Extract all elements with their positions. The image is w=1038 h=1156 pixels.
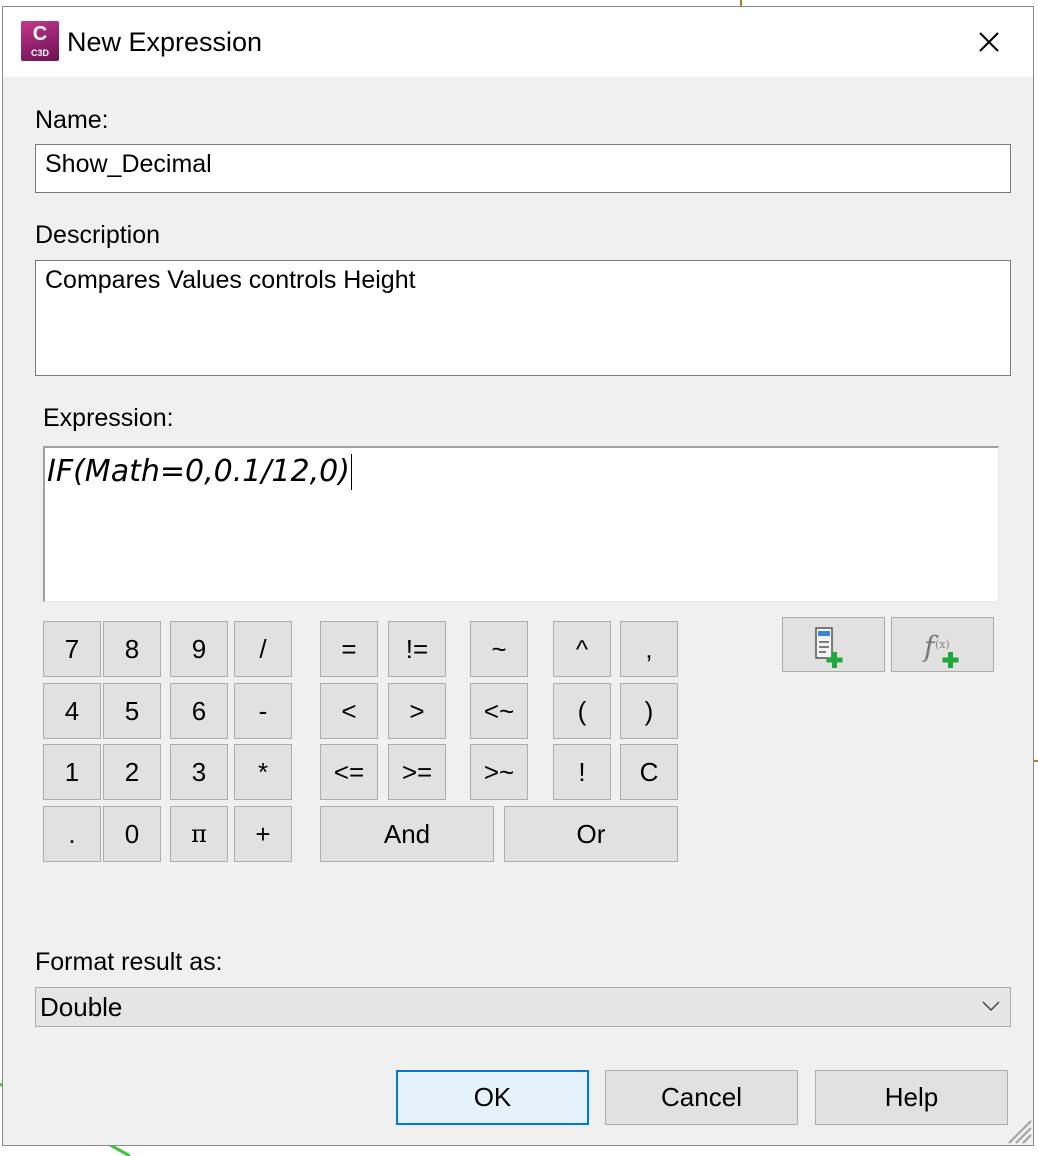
- key-3[interactable]: 3: [170, 744, 228, 800]
- key-less-than[interactable]: <: [320, 683, 378, 739]
- chevron-down-icon: [982, 1001, 1000, 1012]
- key-not-equals[interactable]: !=: [388, 621, 446, 677]
- expression-editor[interactable]: IF(Math=0,0.1/12,0): [43, 446, 999, 602]
- key-2[interactable]: 2: [103, 744, 161, 800]
- key-and[interactable]: And: [320, 806, 494, 862]
- key-add[interactable]: +: [234, 806, 292, 862]
- key-or[interactable]: Or: [504, 806, 678, 862]
- format-selected-value: Double: [40, 992, 123, 1022]
- key-power[interactable]: ^: [553, 621, 611, 677]
- civil3d-app-icon: C C3D: [21, 21, 59, 61]
- description-label: Description: [35, 221, 161, 249]
- key-greater-equal[interactable]: >=: [388, 744, 446, 800]
- key-greater-approx[interactable]: >~: [470, 744, 528, 800]
- window-title: New Expression: [67, 27, 263, 57]
- key-right-paren[interactable]: ): [620, 683, 678, 739]
- expression-text: IF(Math=0,0.1/12,0): [47, 454, 350, 489]
- key-left-paren[interactable]: (: [553, 683, 611, 739]
- key-0[interactable]: 0: [103, 806, 161, 862]
- key-pi[interactable]: π: [170, 806, 228, 862]
- key-comma[interactable]: ,: [620, 621, 678, 677]
- close-button[interactable]: [965, 21, 1013, 63]
- key-subtract[interactable]: -: [234, 683, 292, 739]
- description-field[interactable]: Compares Values controls Height: [35, 260, 1011, 376]
- key-decimal-point[interactable]: .: [43, 806, 101, 862]
- key-less-equal[interactable]: <=: [320, 744, 378, 800]
- format-dropdown[interactable]: Double: [35, 987, 1011, 1027]
- text-caret: [350, 454, 352, 490]
- help-button[interactable]: Help: [815, 1070, 1008, 1125]
- resize-grip-icon[interactable]: [1003, 1115, 1033, 1145]
- key-divide[interactable]: /: [234, 621, 292, 677]
- key-4[interactable]: 4: [43, 683, 101, 739]
- key-5[interactable]: 5: [103, 683, 161, 739]
- key-clear[interactable]: C: [620, 744, 678, 800]
- name-field[interactable]: Show_Decimal: [35, 144, 1011, 193]
- insert-function-button[interactable]: f (x): [891, 617, 994, 672]
- insert-property-icon: [815, 627, 843, 668]
- expression-label: Expression:: [43, 404, 174, 432]
- key-8[interactable]: 8: [103, 621, 161, 677]
- key-not[interactable]: !: [553, 744, 611, 800]
- svg-text:(x): (x): [935, 638, 950, 651]
- format-label: Format result as:: [35, 948, 223, 976]
- key-less-approx[interactable]: <~: [470, 683, 528, 739]
- ok-button[interactable]: OK: [396, 1070, 589, 1125]
- key-greater-than[interactable]: >: [388, 683, 446, 739]
- key-approx[interactable]: ~: [470, 621, 528, 677]
- close-icon: [979, 32, 999, 52]
- insert-function-icon: f (x): [922, 630, 959, 668]
- key-equals[interactable]: =: [320, 621, 378, 677]
- key-6[interactable]: 6: [170, 683, 228, 739]
- cancel-button[interactable]: Cancel: [605, 1070, 798, 1125]
- background-cad-line: [1034, 760, 1038, 762]
- key-7[interactable]: 7: [43, 621, 101, 677]
- name-label: Name:: [35, 106, 109, 134]
- key-multiply[interactable]: *: [234, 744, 292, 800]
- new-expression-dialog: C C3D New Expression Name: Show_Decimal …: [2, 6, 1034, 1146]
- insert-property-button[interactable]: [782, 617, 885, 672]
- title-bar: C C3D New Expression: [3, 7, 1033, 77]
- key-1[interactable]: 1: [43, 744, 101, 800]
- key-9[interactable]: 9: [170, 621, 228, 677]
